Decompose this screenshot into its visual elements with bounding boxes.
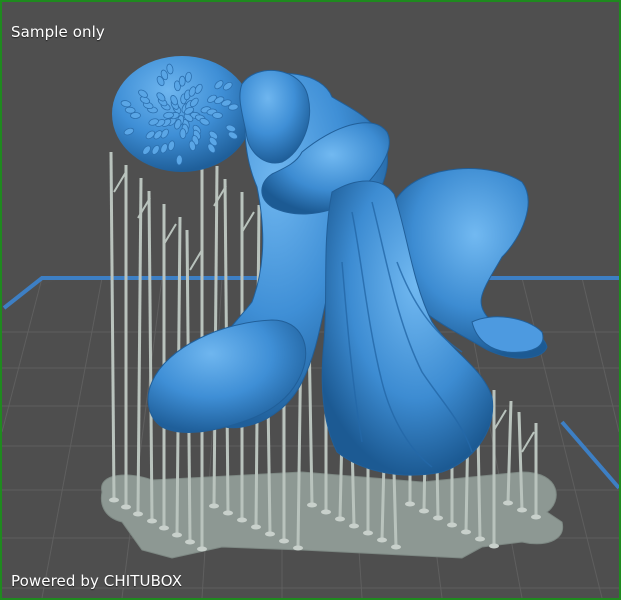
model-flower-crown[interactable]: [112, 56, 252, 172]
build-plate-scene[interactable]: [2, 2, 619, 598]
support-foot: [517, 507, 527, 513]
watermark-powered-by: Powered by CHITUBOX: [11, 572, 183, 590]
support-foot: [159, 525, 169, 531]
flower-petal: [212, 111, 223, 119]
support-foot: [447, 522, 457, 528]
support-foot: [335, 516, 345, 522]
support-foot: [147, 518, 157, 524]
support-foot: [121, 504, 131, 510]
support-foot: [223, 510, 233, 516]
support-foot: [307, 502, 317, 508]
support-brace: [163, 223, 177, 245]
support-foot: [503, 500, 513, 506]
support-foot: [251, 524, 261, 530]
3d-viewport[interactable]: Sample only Powered by CHITUBOX: [0, 0, 621, 600]
support-foot: [461, 529, 471, 535]
support-foot: [265, 531, 275, 537]
support-brace: [113, 171, 127, 193]
support-foot: [405, 501, 415, 507]
support-foot: [475, 536, 485, 542]
support-foot: [209, 503, 219, 509]
support-foot: [419, 508, 429, 514]
support-foot: [363, 530, 373, 536]
support-foot: [391, 544, 401, 550]
support-foot: [349, 523, 359, 529]
support-foot: [109, 497, 119, 503]
support-foot: [489, 543, 499, 549]
flower-petal: [124, 106, 136, 114]
support-foot: [237, 517, 247, 523]
support-foot: [293, 545, 303, 551]
flower-petal: [179, 128, 187, 139]
support-brace: [189, 249, 203, 271]
support-foot: [197, 546, 207, 552]
support-foot: [133, 511, 143, 517]
watermark-sample-only: Sample only: [11, 23, 105, 41]
support-brace: [241, 211, 255, 233]
support-foot: [172, 532, 182, 538]
support-foot: [279, 538, 289, 544]
flower-petal: [175, 154, 183, 166]
support-foot: [433, 515, 443, 521]
support-foot: [185, 539, 195, 545]
support-foot: [377, 537, 387, 543]
flower-petal: [178, 75, 186, 87]
support-foot: [531, 514, 541, 520]
support-foot: [321, 509, 331, 515]
